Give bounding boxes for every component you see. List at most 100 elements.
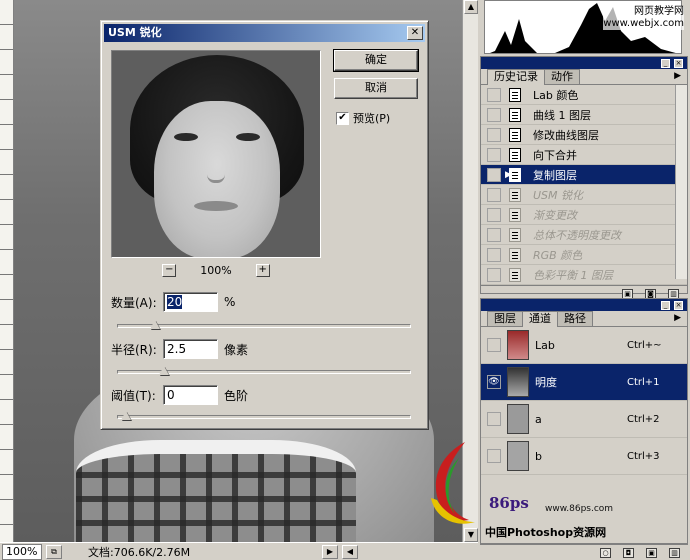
delete-channel-icon[interactable]: ▥ (669, 547, 680, 558)
history-brush-source-box[interactable] (487, 147, 501, 162)
preview-zoom-level: 100% (200, 263, 232, 277)
amount-input[interactable]: 20 (163, 292, 218, 312)
history-item-label: 复制图层 (533, 168, 577, 182)
history-step-icon (509, 267, 521, 282)
eye-icon[interactable] (487, 412, 501, 426)
amount-unit: % (224, 295, 236, 309)
radius-slider-thumb[interactable] (158, 366, 169, 375)
trash-icon[interactable]: ▥ (668, 288, 679, 299)
preview-left-eye (174, 133, 198, 141)
history-panel: _ × 历史记录 动作 ▶ Lab 颜色曲线 1 图层修改曲线图层向下合并▶复制… (480, 56, 688, 299)
history-brush-source-box[interactable] (487, 207, 501, 222)
tab-channels[interactable]: 通道 (522, 311, 558, 327)
new-document-from-state-icon[interactable]: ▣ (622, 288, 633, 299)
cancel-button[interactable]: 取消 (334, 78, 418, 99)
history-brush-source-box[interactable] (487, 167, 501, 182)
history-step-icon (509, 207, 521, 222)
history-brush-source-box[interactable] (487, 227, 501, 242)
history-brush-source-box[interactable] (487, 247, 501, 262)
panel-close-icon[interactable]: × (674, 300, 683, 310)
radius-input[interactable]: 2.5 (163, 339, 218, 359)
history-scrollbar[interactable] (675, 85, 687, 279)
history-item-label: 渐变更改 (533, 208, 577, 222)
history-item[interactable]: 渐变更改 (481, 205, 687, 225)
history-panel-header[interactable]: _ × (481, 57, 687, 69)
save-selection-icon[interactable]: ◘ (623, 547, 634, 558)
channel-row[interactable]: 👁 明度 Ctrl+1 (481, 364, 687, 401)
watermark-top-line2: www.webjx.com (603, 18, 684, 29)
status-doc-info: 文档:706.6K/2.76M (88, 545, 191, 559)
radius-slider[interactable] (117, 366, 411, 375)
eye-icon[interactable] (487, 338, 501, 352)
preview-window[interactable] (111, 50, 321, 258)
threshold-unit: 色阶 (224, 388, 249, 403)
history-brush-source-box[interactable] (487, 87, 501, 102)
tab-actions[interactable]: 动作 (544, 69, 580, 84)
channel-row[interactable]: a Ctrl+2 (481, 401, 687, 438)
history-item[interactable]: 色彩平衡 1 图层 (481, 265, 687, 285)
threshold-slider-thumb[interactable] (121, 411, 131, 420)
threshold-slider[interactable] (117, 411, 411, 420)
eye-icon[interactable]: 👁 (487, 375, 501, 389)
history-item[interactable]: 曲线 1 图层 (481, 105, 687, 125)
channel-row[interactable]: Lab Ctrl+~ (481, 327, 687, 364)
logo-text: 86ps (489, 494, 529, 512)
logo-url: www.86ps.com (545, 504, 614, 514)
ok-button[interactable]: 确定 (333, 49, 419, 72)
history-brush-source-box[interactable] (487, 187, 501, 202)
panel-minimize-icon[interactable]: _ (661, 300, 670, 310)
radius-row: 半径(R): 2.5 像素 (111, 339, 248, 359)
tab-paths[interactable]: 路径 (557, 311, 593, 326)
status-arrow-right-icon[interactable]: ▶ (322, 544, 338, 559)
channel-shortcut: Ctrl+2 (627, 413, 660, 425)
status-zoom-field[interactable]: 100% (2, 543, 42, 560)
zoom-out-icon[interactable]: − (162, 263, 177, 277)
history-item[interactable]: Lab 颜色 (481, 85, 687, 105)
photo-plaid-top (76, 440, 356, 542)
amount-slider-thumb[interactable] (150, 320, 161, 329)
preview-checkbox-row[interactable]: ✔ 预览(P) (336, 110, 390, 126)
history-item[interactable]: 向下合并 (481, 145, 687, 165)
history-item-label: 曲线 1 图层 (533, 108, 591, 122)
panel-close-icon[interactable]: × (674, 58, 683, 68)
history-item-label: 总体不透明度更改 (533, 228, 621, 242)
amount-row: 数量(A): 20 % (111, 292, 235, 312)
history-step-icon (509, 127, 521, 142)
threshold-row: 阈值(T): 0 色阶 (111, 385, 248, 405)
history-item[interactable]: 修改曲线图层 (481, 125, 687, 145)
usm-sharpen-dialog: USM 锐化 ✕ − 100% + 确定 取消 ✔ 预览(P) 数量(A): 2… (100, 20, 429, 430)
channels-tabs: 图层 通道 路径 ▶ (481, 311, 687, 327)
preview-checkbox-label: 预览(P) (353, 112, 391, 125)
history-item[interactable]: RGB 颜色 (481, 245, 687, 265)
amount-slider[interactable] (117, 320, 411, 329)
preview-checkbox[interactable]: ✔ (336, 111, 349, 125)
history-brush-source-box[interactable] (487, 107, 501, 122)
threshold-input[interactable]: 0 (163, 385, 218, 405)
tab-history[interactable]: 历史记录 (487, 69, 545, 85)
scroll-up-arrow-icon[interactable]: ▲ (464, 0, 478, 14)
zoom-in-icon[interactable]: + (255, 263, 270, 277)
tab-layers[interactable]: 图层 (487, 311, 523, 326)
dialog-title-bar[interactable]: USM 锐化 ✕ (104, 24, 425, 42)
channels-panel-header[interactable]: _ × (481, 299, 687, 311)
history-item[interactable]: 总体不透明度更改 (481, 225, 687, 245)
snapshot-camera-icon[interactable]: ◙ (645, 288, 656, 299)
new-channel-icon[interactable]: ▣ (646, 547, 657, 558)
panel-menu-icon[interactable]: ▶ (674, 71, 681, 81)
panel-menu-icon[interactable]: ▶ (674, 313, 681, 323)
history-item-label: RGB 颜色 (533, 248, 583, 262)
preview-zoom-controls: − 100% + (111, 262, 321, 278)
status-scroll-left-icon[interactable]: ◀ (342, 544, 358, 559)
channel-thumbnail (507, 404, 529, 434)
load-selection-icon[interactable]: ○ (600, 547, 611, 558)
history-brush-source-box[interactable] (487, 267, 501, 282)
history-brush-source-box[interactable] (487, 127, 501, 142)
history-step-icon (509, 187, 521, 202)
channels-footer: ○ ◘ ▣ ▥ (480, 544, 688, 560)
history-item[interactable]: ▶复制图层 (481, 165, 687, 185)
close-icon[interactable]: ✕ (407, 26, 423, 40)
history-item[interactable]: USM 锐化 (481, 185, 687, 205)
status-menu-icon[interactable]: ⧉ (46, 544, 62, 559)
history-step-icon (509, 167, 521, 182)
panel-minimize-icon[interactable]: _ (661, 58, 670, 68)
